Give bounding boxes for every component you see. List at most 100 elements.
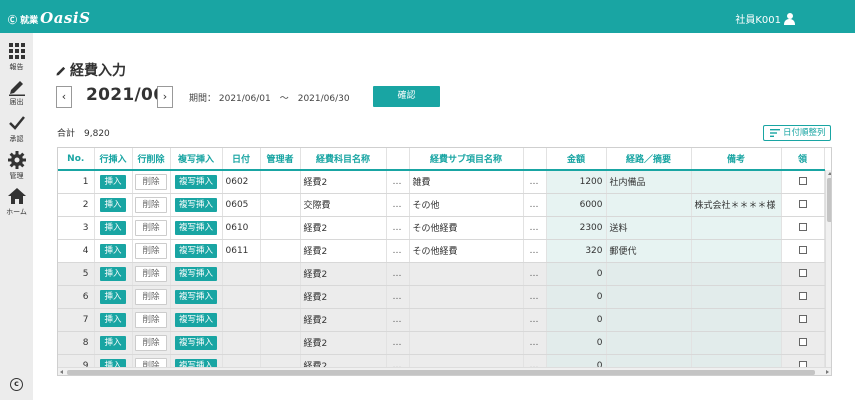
insert-row-button[interactable]: 挿入 <box>100 220 126 235</box>
insert-row-button[interactable]: 挿入 <box>100 197 126 212</box>
note-cell[interactable] <box>691 285 782 309</box>
sub-item-picker-button[interactable]: … <box>523 285 547 309</box>
sub-item-picker-button[interactable]: … <box>523 170 547 194</box>
amount-cell[interactable]: 2300 <box>546 216 607 240</box>
vertical-scrollbar[interactable] <box>825 170 831 367</box>
amount-cell[interactable]: 0 <box>546 331 607 355</box>
insert-row-button[interactable]: 挿入 <box>100 312 126 327</box>
account-picker-button[interactable]: … <box>386 239 410 263</box>
scroll-right-arrow-icon[interactable] <box>826 370 829 374</box>
receipt-checkbox[interactable] <box>798 315 807 323</box>
date-cell[interactable]: 0610 <box>222 216 261 240</box>
route-cell[interactable] <box>606 331 692 355</box>
prev-month-button[interactable]: ‹ <box>56 86 72 108</box>
copy-insert-button[interactable]: 複写挿入 <box>174 243 217 258</box>
sidebar-item-manage[interactable]: 管理 <box>0 150 33 181</box>
copy-insert-button[interactable]: 複写挿入 <box>174 174 217 189</box>
sub-item-picker-button[interactable]: … <box>523 308 547 332</box>
copy-insert-button[interactable]: 複写挿入 <box>174 289 217 304</box>
delete-row-button[interactable]: 削除 <box>135 265 167 282</box>
route-cell[interactable]: 送料 <box>606 216 692 240</box>
amount-cell[interactable]: 0 <box>546 285 607 309</box>
manager-cell[interactable] <box>260 308 301 332</box>
horizontal-scroll-thumb[interactable] <box>67 370 815 375</box>
delete-row-button[interactable]: 削除 <box>135 173 167 190</box>
receipt-checkbox[interactable] <box>798 246 807 254</box>
note-cell[interactable] <box>691 216 782 240</box>
date-cell[interactable] <box>222 285 261 309</box>
account-picker-button[interactable]: … <box>386 331 410 355</box>
route-cell[interactable] <box>606 285 692 309</box>
note-cell[interactable] <box>691 262 782 286</box>
manager-cell[interactable] <box>260 170 301 194</box>
receipt-checkbox[interactable] <box>798 177 807 186</box>
sort-by-date-button[interactable]: 日付順整列 <box>763 125 831 141</box>
date-cell[interactable]: 0611 <box>222 239 261 263</box>
date-cell[interactable] <box>222 262 261 286</box>
route-cell[interactable] <box>606 193 692 217</box>
note-cell[interactable] <box>691 170 782 194</box>
manager-cell[interactable] <box>260 262 301 286</box>
account-picker-button[interactable]: … <box>386 285 410 309</box>
sub-item-picker-button[interactable]: … <box>523 216 547 240</box>
receipt-checkbox[interactable] <box>798 223 807 231</box>
sub-item-picker-button[interactable]: … <box>523 331 547 355</box>
delete-row-button[interactable]: 削除 <box>135 242 167 259</box>
insert-row-button[interactable]: 挿入 <box>100 335 126 350</box>
delete-row-button[interactable]: 削除 <box>135 334 167 351</box>
sub-item-picker-button[interactable]: … <box>523 262 547 286</box>
amount-cell[interactable]: 320 <box>546 239 607 263</box>
horizontal-scrollbar[interactable] <box>58 367 831 375</box>
receipt-checkbox[interactable] <box>798 269 807 277</box>
next-month-button[interactable]: › <box>157 86 173 108</box>
confirm-button[interactable]: 確認 <box>373 86 440 107</box>
account-picker-button[interactable]: … <box>386 216 410 240</box>
note-cell[interactable] <box>691 308 782 332</box>
sidebar-item-home[interactable]: ホーム <box>0 186 33 217</box>
copy-insert-button[interactable]: 複写挿入 <box>174 197 217 212</box>
copy-insert-button[interactable]: 複写挿入 <box>174 335 217 350</box>
sub-item-picker-button[interactable]: … <box>523 239 547 263</box>
receipt-checkbox[interactable] <box>798 200 807 208</box>
route-cell[interactable] <box>606 308 692 332</box>
delete-row-button[interactable]: 削除 <box>135 219 167 236</box>
route-cell[interactable]: 社内備品 <box>606 170 692 194</box>
receipt-checkbox[interactable] <box>798 338 807 346</box>
vertical-scroll-thumb[interactable] <box>827 178 831 222</box>
account-picker-button[interactable]: … <box>386 262 410 286</box>
manager-cell[interactable] <box>260 285 301 309</box>
note-cell[interactable]: 株式会社＊＊＊＊様 <box>691 193 782 217</box>
amount-cell[interactable]: 6000 <box>546 193 607 217</box>
account-picker-button[interactable]: … <box>386 170 410 194</box>
amount-cell[interactable]: 0 <box>546 262 607 286</box>
insert-row-button[interactable]: 挿入 <box>100 243 126 258</box>
delete-row-button[interactable]: 削除 <box>135 288 167 305</box>
insert-row-button[interactable]: 挿入 <box>100 174 126 189</box>
receipt-checkbox[interactable] <box>798 292 807 300</box>
note-cell[interactable] <box>691 239 782 263</box>
date-cell[interactable]: 0605 <box>222 193 261 217</box>
date-cell[interactable] <box>222 308 261 332</box>
account-picker-button[interactable]: … <box>386 193 410 217</box>
amount-cell[interactable]: 1200 <box>546 170 607 194</box>
manager-cell[interactable] <box>260 216 301 240</box>
sub-item-picker-button[interactable]: … <box>523 193 547 217</box>
insert-row-button[interactable]: 挿入 <box>100 289 126 304</box>
user-menu[interactable]: 社員K001 <box>735 11 795 26</box>
insert-row-button[interactable]: 挿入 <box>100 266 126 281</box>
copy-insert-button[interactable]: 複写挿入 <box>174 220 217 235</box>
sidebar-item-notice[interactable]: 届出 <box>0 76 33 107</box>
sidebar-item-approve[interactable]: 承認 <box>0 113 33 144</box>
account-picker-button[interactable]: … <box>386 308 410 332</box>
sidebar-item-report[interactable]: 報告 <box>0 41 33 72</box>
scroll-left-arrow-icon[interactable] <box>60 370 63 374</box>
manager-cell[interactable] <box>260 331 301 355</box>
delete-row-button[interactable]: 削除 <box>135 311 167 328</box>
copy-insert-button[interactable]: 複写挿入 <box>174 312 217 327</box>
manager-cell[interactable] <box>260 193 301 217</box>
amount-cell[interactable]: 0 <box>546 308 607 332</box>
scroll-up-arrow-icon[interactable] <box>828 172 831 175</box>
date-cell[interactable]: 0602 <box>222 170 261 194</box>
note-cell[interactable] <box>691 331 782 355</box>
copy-insert-button[interactable]: 複写挿入 <box>174 266 217 281</box>
